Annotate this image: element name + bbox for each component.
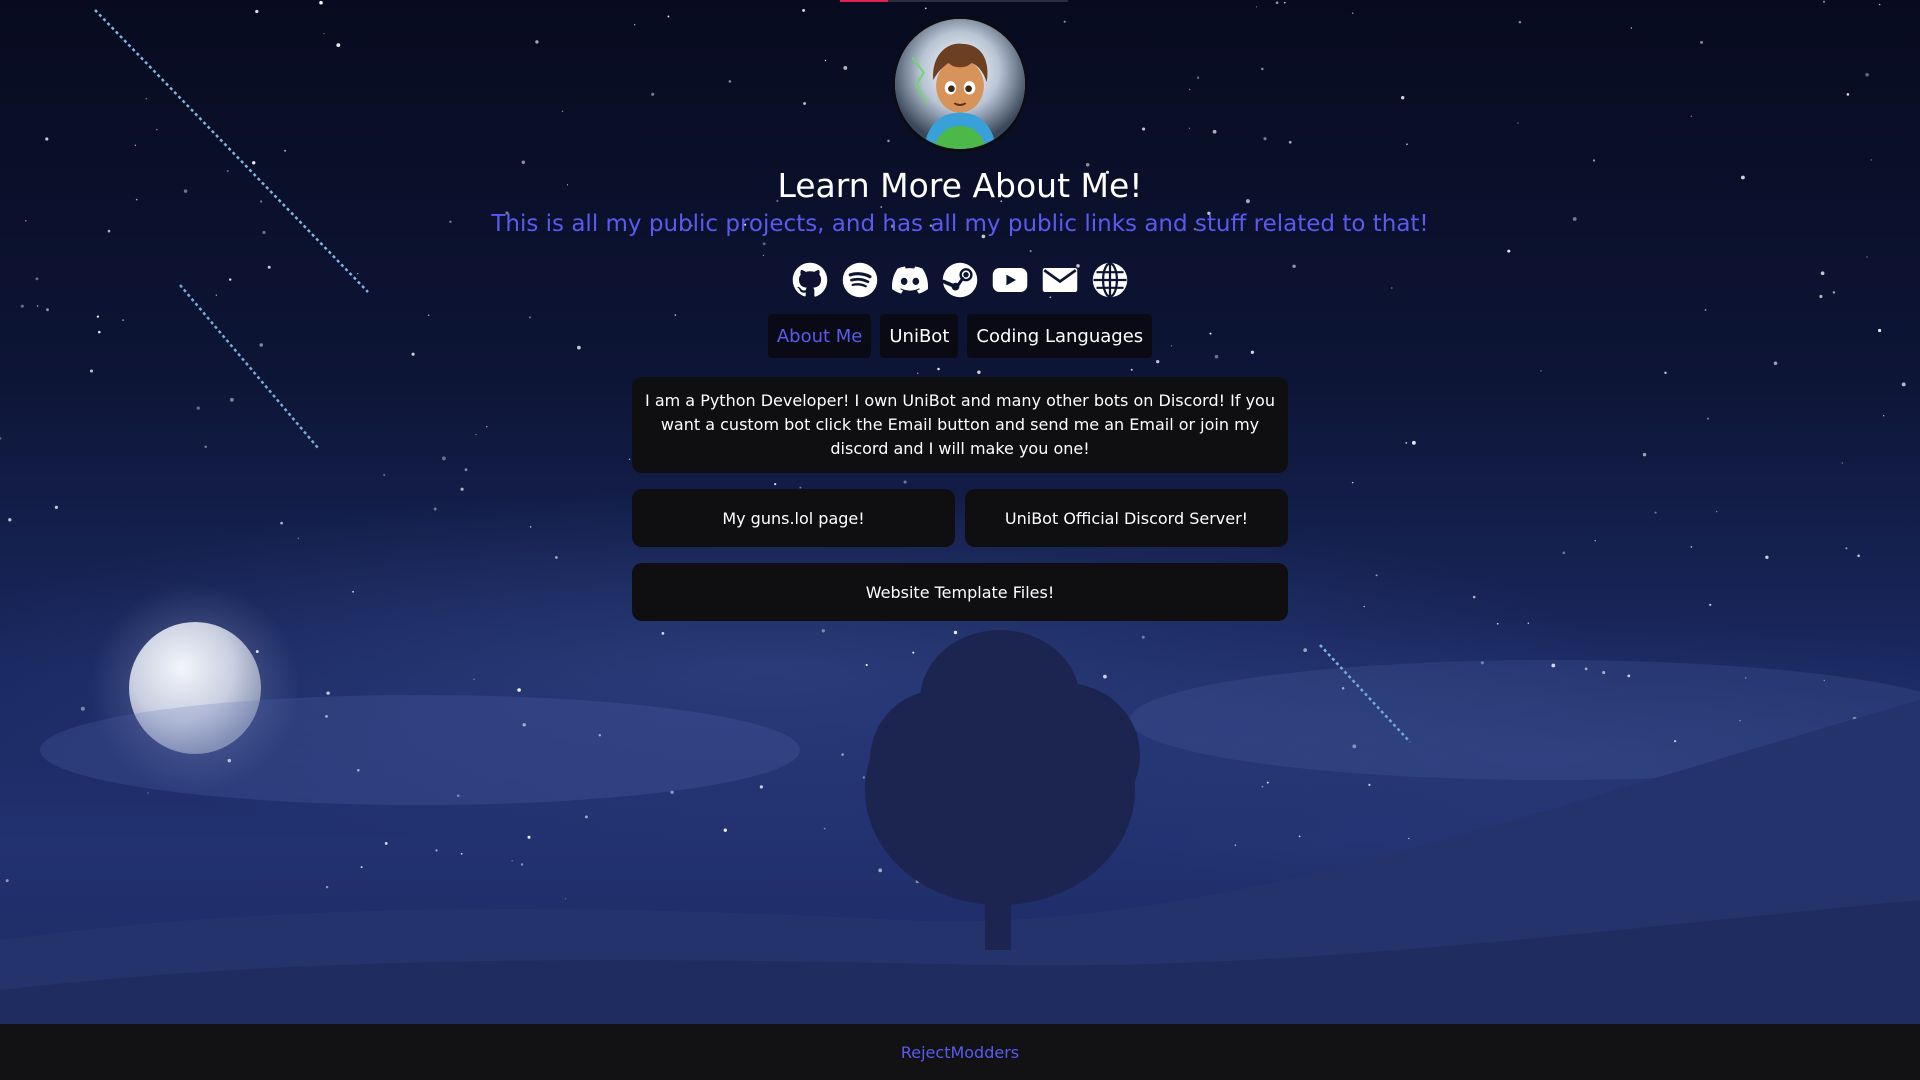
star [953,630,958,635]
youtube-link[interactable] [992,262,1029,299]
spotify-link[interactable] [842,262,879,299]
star [1496,622,1499,625]
star [511,860,513,862]
star [865,663,868,667]
star [147,792,149,794]
star [325,885,329,889]
star [1368,783,1371,787]
tab-coding-languages[interactable]: Coding Languages [967,314,1153,358]
discord-link[interactable] [892,262,929,299]
star [584,815,588,819]
cloud [40,695,800,805]
tab-unibot[interactable]: UniBot [880,314,959,358]
star [527,835,531,839]
star [759,785,764,789]
social-links [792,261,1129,299]
steam-icon [942,262,978,298]
star [384,841,388,845]
website-link[interactable] [1092,262,1129,299]
star [823,827,826,830]
youtube-icon [992,268,1028,292]
star [360,866,363,869]
email-link[interactable] [1042,262,1079,299]
tree [865,630,1140,950]
star [1261,785,1264,788]
star [821,629,825,633]
discord-server-button[interactable]: UniBot Official Discord Server! [965,489,1288,547]
star [723,828,727,832]
profile-card: Learn More About Me! This is all my publ… [0,0,1920,621]
page-title: Learn More About Me! [777,166,1143,205]
footer: RejectModders [0,1024,1920,1080]
email-icon [1042,268,1078,292]
star [1266,781,1269,784]
star [473,678,475,680]
page-subtitle: This is all my public projects, and has … [491,211,1429,237]
steam-link[interactable] [942,262,979,299]
star [1408,837,1410,840]
discord-icon [892,266,928,294]
about-description: I am a Python Developer! I own UniBot an… [632,377,1288,473]
star [1141,635,1145,639]
tab-about-me[interactable]: About Me [767,314,872,358]
star [564,898,567,900]
github-icon [792,262,828,297]
star [1234,844,1237,846]
star [435,849,438,852]
star [661,632,665,635]
spotify-icon [842,262,878,298]
star [862,776,866,779]
star [517,688,521,692]
star [326,691,330,695]
star [1298,835,1301,838]
star [5,879,9,883]
star [841,753,844,756]
star [1527,622,1530,624]
star [1303,648,1308,652]
footer-author-link[interactable]: RejectModders [901,1043,1019,1062]
tab-bar: About Me UniBot Coding Languages [767,314,1153,358]
star [912,651,915,654]
star [80,706,85,711]
star [1103,674,1107,679]
github-link[interactable] [792,262,829,299]
globe-icon [1092,262,1128,298]
guns-lol-button[interactable]: My guns.lol page! [632,489,955,547]
star [460,852,463,855]
avatar [892,16,1028,152]
link-button-row: My guns.lol page! UniBot Official Discor… [632,489,1288,547]
star [520,863,524,866]
star [878,868,883,873]
template-files-button[interactable]: Website Template Files! [632,563,1288,621]
